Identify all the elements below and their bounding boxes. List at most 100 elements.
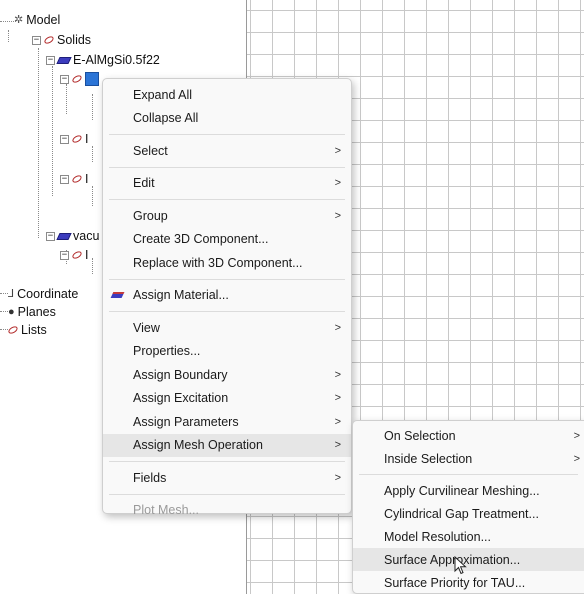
menu-item-select[interactable]: Select >: [103, 139, 351, 163]
menu-item-label: Apply Curvilinear Meshing...: [384, 483, 540, 498]
menu-item-create-3d-component[interactable]: Create 3D Component...: [103, 228, 351, 252]
submenu-item-cylindrical-gap-treatment[interactable]: Cylindrical Gap Treatment...: [353, 502, 584, 525]
menu-item-assign-material[interactable]: Assign Material...: [103, 284, 351, 308]
menu-item-label: Plot Mesh...: [133, 503, 199, 518]
tree-node-label: I: [85, 132, 89, 146]
menu-item-label: Fields: [133, 470, 167, 485]
menu-item-group[interactable]: Group >: [103, 204, 351, 228]
collapse-icon[interactable]: −: [60, 74, 69, 84]
tree-node-label: I: [85, 248, 89, 262]
object-icon: [71, 249, 83, 261]
object-icon: [71, 173, 83, 185]
menu-item-label: Assign Excitation: [133, 391, 229, 406]
tree-node-vacuum-object[interactable]: − I: [60, 246, 88, 264]
submenu-arrow-icon: >: [334, 209, 341, 222]
object-icon: [71, 73, 83, 85]
menu-item-properties[interactable]: Properties...: [103, 340, 351, 364]
menu-item-label: Surface Priority for TAU...: [384, 575, 526, 590]
tree-node-planes[interactable]: ● Planes: [8, 303, 56, 321]
menu-item-label: Inside Selection: [384, 451, 473, 466]
menu-item-assign-boundary[interactable]: Assign Boundary >: [103, 363, 351, 387]
collapse-icon[interactable]: −: [46, 231, 55, 241]
menu-item-replace-with-3d-component[interactable]: Replace with 3D Component...: [103, 251, 351, 275]
menu-separator: [109, 166, 345, 168]
menu-item-collapse-all[interactable]: Collapse All: [103, 107, 351, 131]
menu-separator: [109, 493, 345, 495]
submenu-arrow-icon: >: [573, 452, 580, 465]
tree-node-vacuum[interactable]: − vacu: [46, 227, 99, 245]
mesh-operation-submenu: On Selection > Inside Selection > Apply Cu…: [352, 420, 584, 594]
collapse-icon[interactable]: −: [46, 55, 55, 65]
menu-item-assign-parameters[interactable]: Assign Parameters >: [103, 410, 351, 434]
menu-item-label: Expand All: [133, 87, 193, 102]
context-menu: Expand All Collapse All Select > Edit > Gr…: [102, 78, 352, 517]
tree-node-label: Planes: [17, 305, 56, 319]
collapse-icon[interactable]: −: [60, 250, 69, 260]
menu-item-label: View: [133, 320, 160, 335]
menu-item-label: Model Resolution...: [384, 529, 492, 544]
submenu-item-surface-priority-for-tau[interactable]: Surface Priority for TAU...: [353, 571, 584, 594]
menu-item-label: Replace with 3D Component...: [133, 255, 303, 270]
tree-node-material[interactable]: − E-AlMgSi0.5f22: [46, 51, 160, 69]
menu-item-edit[interactable]: Edit >: [103, 172, 351, 196]
tree-connector: [0, 329, 8, 330]
menu-item-assign-mesh-operation[interactable]: Assign Mesh Operation >: [103, 433, 351, 457]
solids-icon: [43, 34, 55, 46]
submenu-arrow-icon: >: [573, 429, 580, 442]
submenu-item-surface-approximation[interactable]: Surface Approximation...: [353, 548, 584, 571]
menu-item-label: Create 3D Component...: [133, 232, 269, 247]
submenu-arrow-icon: >: [334, 471, 341, 484]
tree-connector: [92, 146, 93, 162]
menu-item-label: Assign Boundary: [133, 367, 228, 382]
planes-icon: ●: [8, 306, 15, 318]
menu-item-label: Select: [133, 143, 168, 158]
menu-item-label: Assign Material...: [133, 288, 229, 303]
menu-item-label: Collapse All: [133, 111, 199, 126]
tree-node-label: Solids: [57, 33, 92, 47]
tree-node-label: vacu: [73, 229, 100, 243]
tree-node-model[interactable]: ✲ Model: [14, 11, 60, 29]
menu-item-assign-excitation[interactable]: Assign Excitation >: [103, 387, 351, 411]
submenu-item-inside-selection[interactable]: Inside Selection >: [353, 447, 584, 470]
tree-node-solids[interactable]: − Solids: [32, 31, 91, 49]
model-icon: ✲: [14, 14, 24, 26]
coordinate-system-icon: ⅃: [8, 288, 15, 300]
submenu-arrow-icon: >: [334, 144, 341, 157]
menu-item-plot-mesh: Plot Mesh...: [103, 499, 351, 523]
submenu-item-model-resolution[interactable]: Model Resolution...: [353, 525, 584, 548]
submenu-item-apply-curvilinear-meshing[interactable]: Apply Curvilinear Meshing...: [353, 479, 584, 502]
tree-node-selected-object[interactable]: −: [60, 70, 102, 88]
menu-item-label: Group: [133, 208, 168, 223]
tree-node-coordinate[interactable]: ⅃ Coordinate: [8, 285, 78, 303]
tree-node-lists[interactable]: Lists: [7, 321, 47, 339]
menu-item-label: Properties...: [133, 344, 201, 359]
submenu-item-on-selection[interactable]: On Selection >: [353, 424, 584, 447]
menu-item-label: On Selection: [384, 428, 456, 443]
material-icon: [110, 292, 125, 299]
tree-connector: [8, 30, 9, 42]
tree-node-object-3[interactable]: − I: [60, 170, 88, 188]
menu-separator: [109, 461, 345, 462]
tree-node-label: Lists: [21, 323, 47, 337]
menu-item-view[interactable]: View >: [103, 316, 351, 340]
tree-connector: [92, 186, 93, 206]
selected-item-highlight: [85, 72, 99, 86]
tree-connector: [38, 48, 39, 238]
collapse-icon[interactable]: −: [32, 35, 41, 45]
menu-item-label: Assign Parameters: [133, 414, 239, 429]
submenu-arrow-icon: >: [334, 177, 341, 190]
object-icon: [71, 133, 83, 145]
tree-node-label: Coordinate: [17, 287, 79, 301]
collapse-icon[interactable]: −: [60, 134, 69, 144]
menu-item-fields[interactable]: Fields >: [103, 466, 351, 490]
tree-node-label: I: [85, 172, 89, 186]
tree-connector: [52, 66, 53, 196]
mouse-pointer-icon: [454, 556, 467, 575]
submenu-arrow-icon: >: [334, 439, 341, 452]
menu-separator: [359, 474, 578, 475]
tree-node-label: E-AlMgSi0.5f22: [73, 53, 160, 67]
tree-connector: [66, 84, 67, 114]
tree-node-object-2[interactable]: − I: [60, 130, 88, 148]
menu-item-expand-all[interactable]: Expand All: [103, 83, 351, 107]
collapse-icon[interactable]: −: [60, 174, 69, 184]
